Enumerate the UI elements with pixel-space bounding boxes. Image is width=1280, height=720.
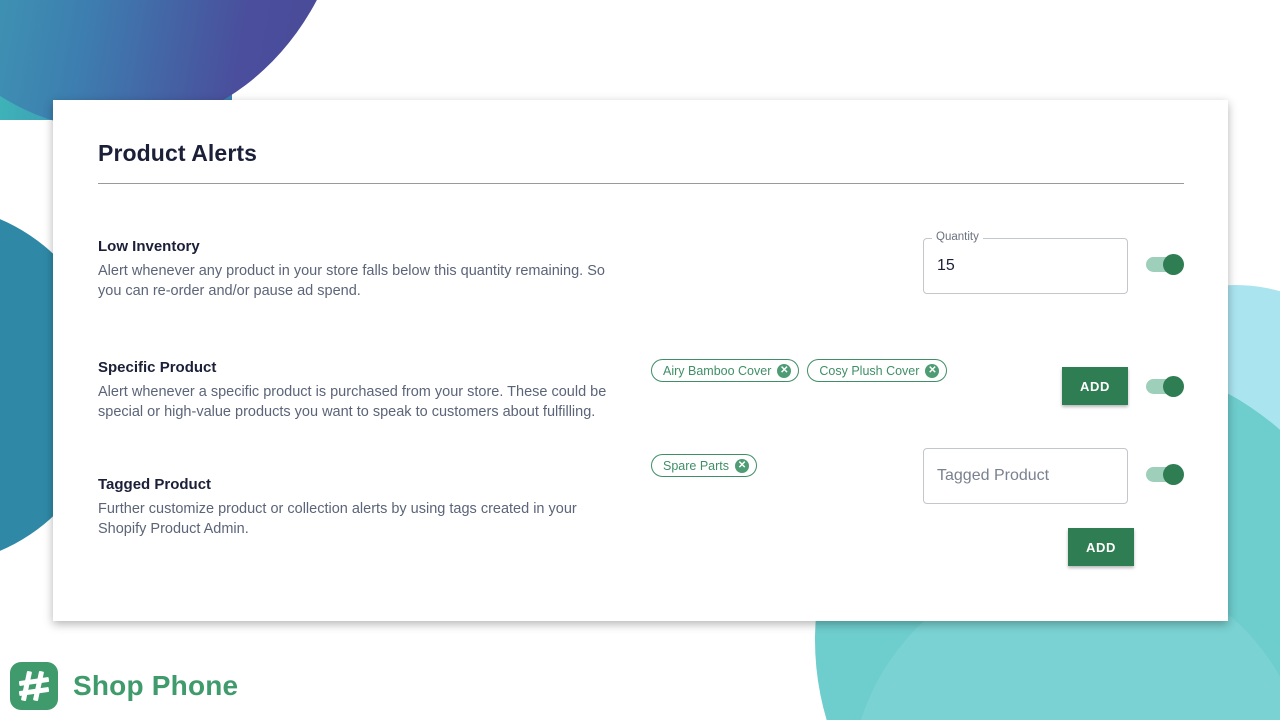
low-inventory-controls: Quantity 15 <box>923 230 1184 294</box>
tagged-product-controls: Tagged Product ADD <box>923 448 1184 566</box>
product-alerts-card: Product Alerts Low Inventory Alert whene… <box>53 100 1228 621</box>
tagged-product-chips: Spare Parts ✕ <box>643 454 923 477</box>
low-inventory-toggle[interactable] <box>1146 254 1184 276</box>
low-inventory-chips-area <box>643 238 923 248</box>
low-inventory-description: Alert whenever any product in your store… <box>98 263 605 299</box>
tagged-product-field[interactable]: Tagged Product <box>923 448 1128 504</box>
specific-product-add-button[interactable]: ADD <box>1062 367 1128 405</box>
tagged-product-input[interactable]: Tagged Product <box>937 467 1049 485</box>
tagged-product-title: Tagged Product <box>98 476 212 493</box>
quantity-input[interactable]: 15 <box>937 257 955 275</box>
specific-product-chips: Airy Bamboo Cover ✕ Cosy Plush Cover ✕ <box>643 359 1062 382</box>
page-title: Product Alerts <box>98 140 258 166</box>
chip[interactable]: Airy Bamboo Cover ✕ <box>651 359 800 382</box>
tagged-product-toggle[interactable] <box>1146 464 1184 486</box>
tagged-product-description-column: Tagged Product Further customize product… <box>98 476 643 539</box>
specific-product-description: Alert whenever a specific product is pur… <box>98 384 607 420</box>
specific-product-description-column: Specific Product Alert whenever a specif… <box>98 359 643 422</box>
hash-icon <box>10 662 58 710</box>
tagged-product-description: Further customize product or collection … <box>98 501 577 537</box>
chip-delete-icon[interactable]: ✕ <box>777 363 792 378</box>
section-tagged-product: Tagged Product Further customize product… <box>98 448 1184 566</box>
specific-product-toggle-thumb <box>1163 376 1184 397</box>
tagged-product-add-button[interactable]: ADD <box>1068 528 1134 566</box>
chip[interactable]: Cosy Plush Cover ✕ <box>807 359 948 382</box>
chip[interactable]: Spare Parts ✕ <box>651 454 758 477</box>
chip-label: Cosy Plush Cover <box>819 363 920 378</box>
low-inventory-description-column: Low Inventory Alert whenever any product… <box>98 238 643 301</box>
chip-delete-icon[interactable]: ✕ <box>735 458 750 473</box>
specific-product-title: Specific Product <box>98 359 217 376</box>
quantity-field[interactable]: Quantity 15 <box>923 230 1128 294</box>
low-inventory-toggle-thumb <box>1163 254 1184 275</box>
section-specific-product: Specific Product Alert whenever a specif… <box>98 359 1184 422</box>
specific-product-controls: ADD <box>1062 367 1184 405</box>
section-low-inventory: Low Inventory Alert whenever any product… <box>98 230 1184 301</box>
tagged-product-toggle-thumb <box>1163 464 1184 485</box>
chip-label: Spare Parts <box>663 458 730 473</box>
title-divider <box>98 183 1184 184</box>
tagged-product-field-line: Tagged Product <box>923 448 1184 504</box>
quantity-field-label: Quantity <box>932 230 983 244</box>
low-inventory-title: Low Inventory <box>98 238 200 255</box>
tagged-product-add-wrap: ADD <box>1068 528 1134 566</box>
chip-delete-icon[interactable]: ✕ <box>925 363 940 378</box>
brand-name: Shop Phone <box>73 670 239 701</box>
chip-label: Airy Bamboo Cover <box>663 363 772 378</box>
specific-product-toggle[interactable] <box>1146 376 1184 398</box>
brand-footer: Shop Phone <box>10 662 238 710</box>
